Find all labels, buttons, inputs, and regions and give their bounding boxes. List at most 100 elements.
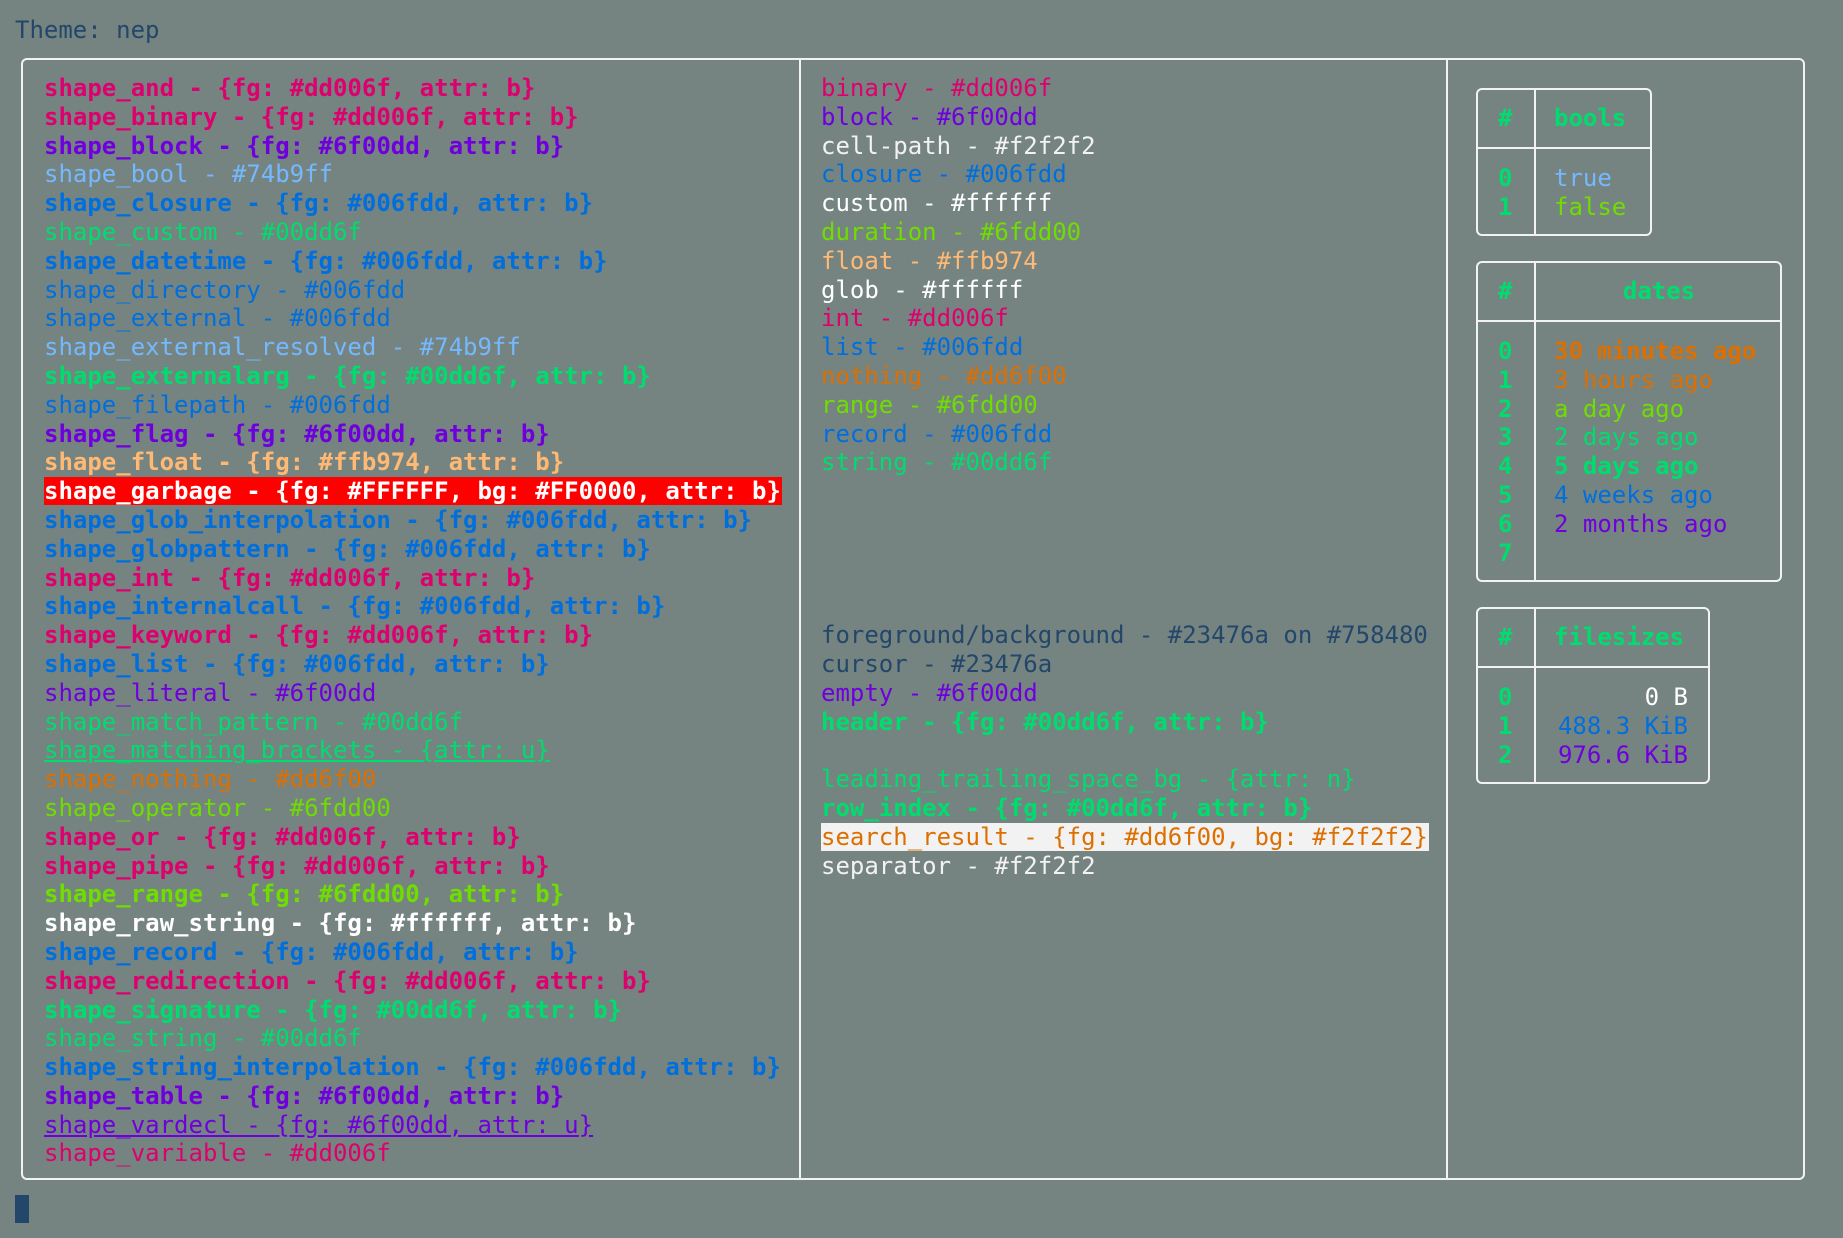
shape-style-line: shape_vardecl - {fg: #6f00dd, attr: u}: [44, 1111, 782, 1140]
bools-header: bools: [1554, 104, 1627, 132]
type-color-line-text: range - #6fdd00: [821, 390, 1038, 419]
shape-style-line-text: shape_raw_string - {fg: #ffffff, attr: b…: [44, 909, 637, 938]
type-color-line-text: glob - #ffffff: [821, 275, 1024, 304]
shape-style-line: shape_literal - #6f00dd: [44, 679, 782, 708]
row-value: 2 days ago: [1554, 423, 1699, 452]
row-value: 30 minutes ago: [1554, 337, 1757, 365]
shape-style-line-text: shape_or - {fg: #dd006f, attr: b}: [44, 822, 521, 851]
shape-style-line-text: shape_string - #00dd6f: [44, 1024, 362, 1053]
row-index: 2: [1498, 394, 1513, 423]
ui-color-line: header - {fg: #00dd6f, attr: b}: [821, 708, 1429, 737]
shape-style-line: shape_pipe - {fg: #dd006f, attr: b}: [44, 852, 782, 881]
shape-style-line-text: shape_record - {fg: #006fdd, attr: b}: [44, 937, 579, 966]
type-colors-column: binary - #dd006f block - #6f00dd cell-path…: [821, 74, 1429, 880]
row-index: 6: [1498, 509, 1513, 538]
ui-color-line: empty - #6f00dd: [821, 679, 1429, 708]
table-column-separator: [1534, 609, 1536, 782]
shape-style-line-text: shape_signature - {fg: #00dd6f, attr: b}: [44, 995, 622, 1024]
shape-style-line-text: shape_closure - {fg: #006fdd, attr: b}: [44, 189, 594, 218]
shape-style-line: shape_flag - {fg: #6f00dd, attr: b}: [44, 420, 782, 449]
ui-colors-list: foreground/background - #23476a on #7584…: [821, 621, 1429, 736]
shape-style-line: shape_matching_brackets - {attr: u}: [44, 736, 782, 765]
row-value: false: [1554, 192, 1627, 221]
shape-style-line-text: shape_and - {fg: #dd006f, attr: b}: [44, 74, 536, 102]
shape-style-line-text: shape_external - #006fdd: [44, 304, 391, 333]
type-color-line: string - #00dd6f: [821, 448, 1429, 477]
shape-style-line-text: shape_pipe - {fg: #dd006f, attr: b}: [44, 851, 550, 880]
shape-style-line-text: shape_binary - {fg: #dd006f, attr: b}: [44, 102, 579, 131]
table-column-separator: [1534, 263, 1536, 580]
shape-style-line: shape_variable - #dd006f: [44, 1139, 782, 1168]
shape-style-line: shape_string - #00dd6f: [44, 1024, 782, 1053]
row-value: 4 weeks ago: [1554, 481, 1713, 509]
type-color-line-text: record - #006fdd: [821, 419, 1053, 448]
shape-styles-column: shape_and - {fg: #dd006f, attr: b} shape_…: [44, 74, 782, 1168]
shape-style-line: shape_record - {fg: #006fdd, attr: b}: [44, 938, 782, 967]
shape-style-line-text: shape_redirection - {fg: #dd006f, attr: …: [44, 966, 651, 995]
type-color-line: binary - #dd006f: [821, 74, 1429, 103]
shape-style-line-text: shape_external_resolved - #74b9ff: [44, 333, 521, 362]
shape-style-line: shape_operator - #6fdd00: [44, 794, 782, 823]
row-value: 488.3 KiB: [1557, 711, 1688, 740]
type-color-line: range - #6fdd00: [821, 391, 1429, 420]
shape-style-line-text: shape_table - {fg: #6f00dd, attr: b}: [44, 1081, 565, 1110]
dates-header: dates: [1622, 277, 1696, 305]
shape-style-line-text: shape_directory - #006fdd: [44, 275, 406, 304]
row-index: 2: [1498, 740, 1513, 769]
type-colors-list: binary - #dd006f block - #6f00dd cell-path…: [821, 74, 1429, 477]
row-value: 0 B: [1644, 683, 1688, 711]
shape-style-line: shape_match_pattern - #00dd6f: [44, 708, 782, 737]
shape-style-line-text: shape_datetime - {fg: #006fdd, attr: b}: [44, 246, 608, 275]
ui-color-line: separator - #f2f2f2: [821, 852, 1429, 881]
column-spacer: [821, 736, 1429, 765]
ui-color-line-text: foreground/background - #23476a on #7584…: [821, 621, 1428, 650]
filesizes-index-header: #: [1498, 623, 1513, 651]
shape-style-line: shape_externalarg - {fg: #00dd6f, attr: …: [44, 362, 782, 391]
ui-color-line-text: leading_trailing_space_bg - {attr: n}: [821, 765, 1356, 794]
type-color-line-text: binary - #dd006f: [821, 74, 1053, 102]
row-index: 0: [1498, 683, 1513, 711]
shape-style-line: shape_and - {fg: #dd006f, attr: b}: [44, 74, 782, 103]
type-color-line: cell-path - #f2f2f2: [821, 132, 1429, 161]
type-color-line: glob - #ffffff: [821, 276, 1429, 305]
shape-style-line-text: shape_keyword - {fg: #dd006f, attr: b}: [44, 621, 594, 650]
type-color-line: closure - #006fdd: [821, 160, 1429, 189]
shape-style-line: shape_binary - {fg: #dd006f, attr: b}: [44, 103, 782, 132]
shape-style-line-text: shape_string_interpolation - {fg: #006fd…: [44, 1053, 781, 1082]
row-index: 1: [1498, 711, 1513, 740]
shape-style-line: shape_keyword - {fg: #dd006f, attr: b}: [44, 621, 782, 650]
theme-title: Theme: nep: [15, 16, 160, 44]
shape-style-line: shape_raw_string - {fg: #ffffff, attr: b…: [44, 909, 782, 938]
ui-color-line: row_index - {fg: #00dd6f, attr: b}: [821, 794, 1429, 823]
shape-style-line: shape_float - {fg: #ffb974, attr: b}: [44, 448, 782, 477]
ui-color-line-text: empty - #6f00dd: [821, 678, 1038, 707]
ui-color-line: cursor - #23476a: [821, 650, 1429, 679]
dates-index-header: #: [1498, 277, 1513, 305]
ui-color-line-text: cursor - #23476a: [821, 649, 1053, 678]
type-color-line-text: custom - #ffffff: [821, 189, 1053, 218]
row-index: 4: [1498, 452, 1513, 481]
column-spacer: [821, 477, 1429, 621]
shape-style-line: shape_range - {fg: #6fdd00, attr: b}: [44, 880, 782, 909]
type-color-line-text: duration - #6fdd00: [821, 217, 1082, 246]
shape-style-line: shape_datetime - {fg: #006fdd, attr: b}: [44, 247, 782, 276]
type-color-line-text: nothing - #dd6f00: [821, 361, 1067, 390]
shape-style-line-text: shape_float - {fg: #ffb974, attr: b}: [44, 448, 565, 477]
type-color-line: duration - #6fdd00: [821, 218, 1429, 247]
shape-style-line-text: shape_literal - #6f00dd: [44, 678, 377, 707]
shape-style-line: shape_closure - {fg: #006fdd, attr: b}: [44, 189, 782, 218]
bools-index-header: #: [1498, 104, 1513, 132]
shape-style-line: shape_directory - #006fdd: [44, 276, 782, 305]
shape-style-line: shape_table - {fg: #6f00dd, attr: b}: [44, 1082, 782, 1111]
shape-style-line-text: shape_range - {fg: #6fdd00, attr: b}: [44, 880, 565, 909]
row-value: 5 days ago: [1554, 452, 1699, 481]
row-index: 5: [1498, 481, 1513, 509]
row-index: 7: [1498, 538, 1513, 567]
shape-style-line: shape_int - {fg: #dd006f, attr: b}: [44, 564, 782, 593]
column-separator-1: [799, 60, 801, 1178]
table-column-separator: [1534, 90, 1536, 234]
type-color-line: list - #006fdd: [821, 333, 1429, 362]
type-color-line: nothing - #dd6f00: [821, 362, 1429, 391]
shape-style-line: shape_garbage - {fg: #FFFFFF, bg: #FF000…: [44, 477, 782, 506]
type-color-line-text: block - #6f00dd: [821, 102, 1038, 131]
